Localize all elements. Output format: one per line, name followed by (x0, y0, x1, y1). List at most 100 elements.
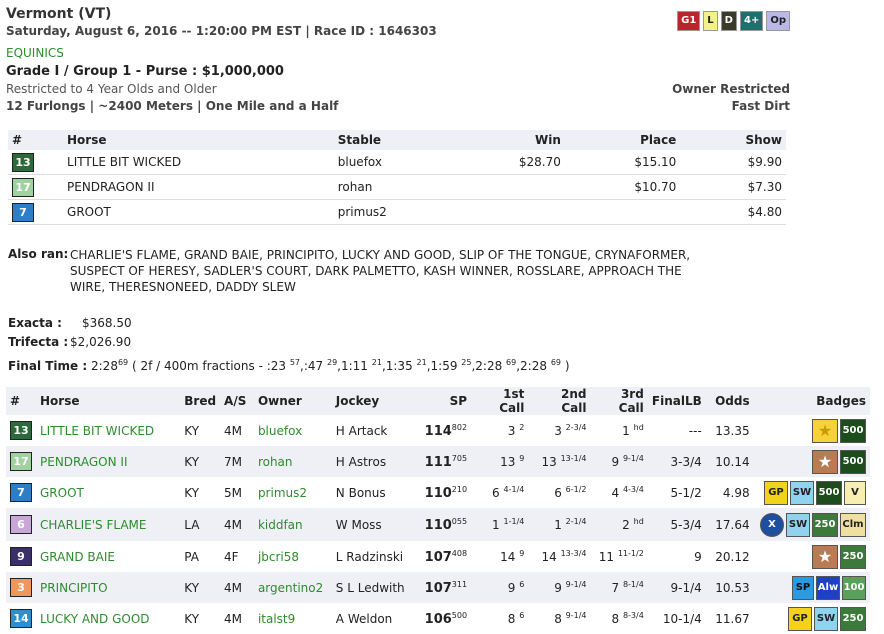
jockey-cell: H Artack (335, 423, 388, 438)
fraction-sup: 29 (326, 358, 338, 367)
owner-link[interactable]: rohan (253, 446, 332, 477)
horse-link[interactable]: LITTLE BIT WICKED (36, 415, 180, 446)
sp-cell: 106500 (419, 603, 471, 634)
horse-link[interactable]: PENDRAGON II (36, 446, 181, 477)
star-g1-icon: ★ (812, 418, 838, 443)
call-3-position: 2 (622, 518, 630, 532)
col-2nd-call: 2nd Call (528, 387, 591, 415)
call-2-cell: 6 6-1/2 (528, 477, 590, 508)
owner-link[interactable]: kiddfan (253, 508, 332, 541)
post-position-badge: 14 (10, 609, 32, 628)
race-tag-op: Op (766, 11, 790, 31)
owner-link[interactable]: jbcri58 (254, 541, 332, 572)
call-3-margin: 8-1/4 (622, 580, 644, 589)
owner-link[interactable]: italst9 (254, 603, 332, 634)
fraction-text: ,1:35 (381, 359, 417, 373)
summary-stable[interactable]: primus2 (333, 199, 488, 225)
badge-gp: GP (764, 480, 788, 505)
fraction-text: ) (561, 359, 570, 373)
badge-sw: SW (814, 606, 838, 631)
badges-cell: ★ 500 (753, 446, 870, 477)
age-sex-cell: 4M (224, 423, 243, 438)
post-position-badge: 17 (10, 452, 32, 471)
also-ran-label: Also ran: (8, 247, 69, 261)
summary-stable[interactable]: rohan (333, 174, 488, 200)
call-2-margin: 9-1/4 (565, 580, 587, 589)
finallb-cell: 9-1/4 (647, 572, 706, 603)
table-row: 17 PENDRAGON II KY 7M rohan H Astros 111705 13 … (6, 446, 870, 477)
age-sex-cell: 5M (224, 485, 243, 500)
sp-cell: 111705 (419, 446, 472, 477)
sp-value: 106 (424, 611, 452, 627)
finallb-cell: 10-1/4 (662, 611, 702, 626)
call-1-cell: 6 4-1/4 (471, 477, 528, 508)
summary-horse[interactable]: GROOT (63, 199, 334, 225)
race-datetime: Saturday, August 6, 2016 -- 1:20:00 PM E… (6, 24, 437, 38)
bred-cell: KY (184, 485, 200, 500)
call-3-position: 4 (611, 486, 620, 500)
summary-row: 17 PENDRAGON II rohan $10.70 $7.30 (8, 174, 786, 200)
call-2-cell: 3 2-3/4 (528, 415, 590, 446)
call-1-cell: 13 9 (471, 446, 529, 477)
owner-link[interactable]: primus2 (254, 477, 332, 508)
summary-horse[interactable]: PENDRAGON II (63, 174, 334, 200)
call-3-position: 8 (611, 612, 620, 626)
horse-link[interactable]: GRAND BAIE (36, 541, 180, 572)
horse-link[interactable]: PRINCIPITO (36, 572, 181, 603)
results-header-row: # Horse Bred A/S Owner Jockey SP 1st Cal… (6, 387, 870, 415)
call-2-position: 8 (554, 612, 562, 626)
post-position-badge: 13 (10, 421, 32, 440)
race-grade-purse: Grade I / Group 1 - Purse : $1,000,000 (6, 64, 284, 79)
badge-sw: SW (786, 512, 810, 537)
sp-cell: 107311 (419, 572, 472, 603)
call-1-cell: 14 9 (471, 541, 528, 572)
summary-horse[interactable]: LITTLE BIT WICKED (63, 150, 334, 175)
call-3-cell: 9 9-1/4 (590, 446, 648, 477)
final-time-value: 2:28 (91, 359, 118, 373)
summary-num-cell: 17 (8, 174, 64, 200)
sp-sup: 055 (451, 516, 468, 526)
col-jockey: Jockey (331, 387, 420, 415)
sp-value: 111 (424, 454, 452, 470)
horse-link[interactable]: GROOT (36, 477, 180, 508)
fraction-text: ,2:28 (516, 359, 551, 373)
post-position-badge: 9 (10, 547, 32, 566)
also-ran-line: WIRE, THERESNONEED, DADDY SLEW (70, 280, 296, 294)
finallb-cell: 5-3/4 (647, 508, 706, 541)
col-place: Place (564, 130, 681, 150)
odds-cell: 13.35 (715, 423, 750, 438)
results-summary-table: # Horse Stable Win Place Show 13 LITTLE B… (8, 130, 786, 225)
call-2-position: 9 (554, 581, 562, 595)
jockey-cell: L Radzinski (335, 549, 404, 564)
horse-link[interactable]: LUCKY AND GOOD (36, 603, 180, 634)
call-2-cell: 13 13-1/4 (528, 446, 591, 477)
bred-cell: PA (184, 549, 199, 564)
finallb-cell: 3-3/4 (647, 446, 706, 477)
summary-stable[interactable]: bluefox (333, 150, 488, 175)
fraction-sup: 25 (461, 358, 472, 367)
owner-restricted: Owner Restricted (672, 82, 790, 96)
call-2-margin: 13-1/4 (560, 454, 587, 463)
call-1-cell: 8 6 (471, 603, 528, 634)
summary-win (487, 174, 565, 200)
call-2-position: 14 (541, 550, 557, 564)
race-restriction: Restricted to 4 Year Olds and Older (6, 82, 217, 96)
call-3-cell: 1 hd (591, 415, 648, 446)
call-1-margin: 2 (519, 423, 525, 432)
surface: Fast Dirt (731, 99, 790, 113)
stable-link[interactable]: EQUINICS (6, 46, 64, 60)
badge-clm: Clm (840, 512, 866, 537)
owner-link[interactable]: argentino2 (253, 572, 332, 603)
summary-num-cell: 7 (8, 199, 64, 225)
sp-sup: 210 (451, 484, 468, 494)
race-tag-l: L (703, 11, 718, 31)
horse-link[interactable]: CHARLIE'S FLAME (36, 508, 181, 541)
fraction-text: ,:47 (300, 359, 327, 373)
odds-cell: 10.53 (705, 572, 754, 603)
owner-link[interactable]: bluefox (254, 415, 332, 446)
summary-num-cell: 13 (8, 150, 64, 175)
table-row: 6 CHARLIE'S FLAME LA 4M kiddfan W Moss 110055 1… (6, 508, 870, 541)
badge-x: X (760, 512, 784, 537)
call-3-cell: 11 11-1/2 (591, 541, 648, 572)
age-sex-cell: 7M (220, 446, 254, 477)
